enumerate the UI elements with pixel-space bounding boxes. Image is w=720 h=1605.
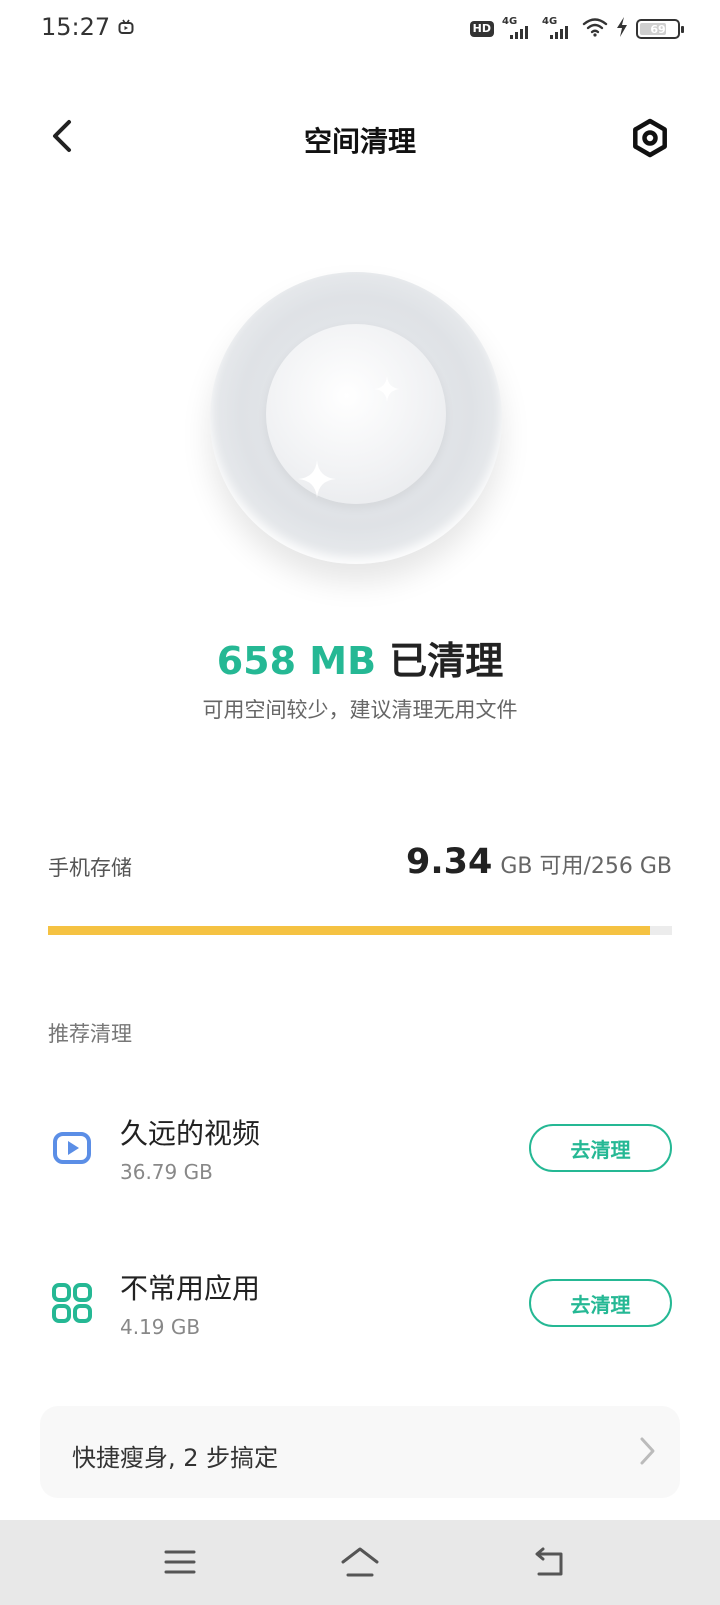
battery-level: 69 — [650, 22, 666, 36]
item-title: 久远的视频 — [120, 1117, 261, 1150]
storage-bar — [48, 926, 672, 935]
chevron-right-icon — [640, 1437, 655, 1465]
storage-free: 9.34 — [405, 842, 493, 882]
item-size: 36.79 GB — [120, 1160, 213, 1184]
clean-videos-button[interactable]: 去清理 — [529, 1124, 672, 1172]
back-nav-button[interactable] — [520, 1540, 580, 1584]
clean-bowl-illustration — [210, 272, 502, 564]
home-button[interactable] — [330, 1540, 390, 1584]
settings-button[interactable] — [628, 116, 672, 160]
signal-icon-2: 4G — [542, 17, 574, 41]
sparkle-icon — [374, 376, 400, 402]
cleaned-result: 658 MB 已清理 — [0, 630, 720, 685]
quick-slim-text: 快捷瘦身, 2 步搞定 — [72, 1444, 279, 1472]
item-title: 不常用应用 — [120, 1272, 261, 1305]
gear-hex-icon — [633, 118, 667, 158]
list-item-old-videos[interactable]: 久远的视频 36.79 GB 去清理 — [48, 1098, 672, 1198]
cleanup-hint: 可用空间较少，建议清理无用文件 — [202, 698, 518, 722]
list-item-unused-apps[interactable]: 不常用应用 4.19 GB 去清理 — [48, 1253, 672, 1353]
header: 空间清理 — [0, 100, 720, 180]
signal-icon: 4G — [502, 17, 534, 41]
bowl-inner — [266, 324, 446, 504]
storage-value: 9.34 GB 可用/256 GB — [406, 842, 672, 882]
menu-button[interactable] — [150, 1540, 210, 1584]
storage-bar-fill — [48, 926, 650, 935]
battery-icon: 69 — [636, 19, 684, 39]
menu-icon — [164, 1550, 196, 1574]
video-icon — [53, 1132, 91, 1164]
sparkle-icon-large — [298, 460, 336, 498]
storage-unit-total: GB 可用/256 GB — [500, 854, 672, 879]
apps-grid-icon — [52, 1283, 92, 1323]
charging-icon — [616, 17, 628, 41]
back-arrow-icon — [535, 1547, 563, 1576]
screen: 15:27 HD 4G 4G 69 空间清理 658 MB 已清理 可用空间较少… — [0, 0, 720, 1605]
status-icons: HD 4G 4G 69 — [469, 16, 684, 42]
item-size: 4.19 GB — [120, 1315, 201, 1339]
quick-slim-card[interactable]: 快捷瘦身, 2 步搞定 — [40, 1406, 680, 1498]
navigation-bar — [0, 1520, 720, 1605]
recommend-title: 推荐清理 — [48, 1022, 132, 1046]
page-title: 空间清理 — [303, 125, 416, 158]
tv-notification-icon — [118, 19, 134, 39]
status-bar: 15:27 HD 4G 4G 69 — [0, 0, 720, 60]
storage-label: 手机存储 — [48, 856, 132, 880]
wifi-icon — [582, 17, 608, 41]
cleaned-amount: 658 MB — [216, 639, 377, 683]
home-icon — [341, 1547, 379, 1577]
cleaned-label: 已清理 — [376, 639, 504, 683]
status-time: 15:27 — [41, 13, 111, 41]
hd-icon: HD — [469, 21, 494, 37]
clean-apps-button[interactable]: 去清理 — [529, 1279, 672, 1327]
